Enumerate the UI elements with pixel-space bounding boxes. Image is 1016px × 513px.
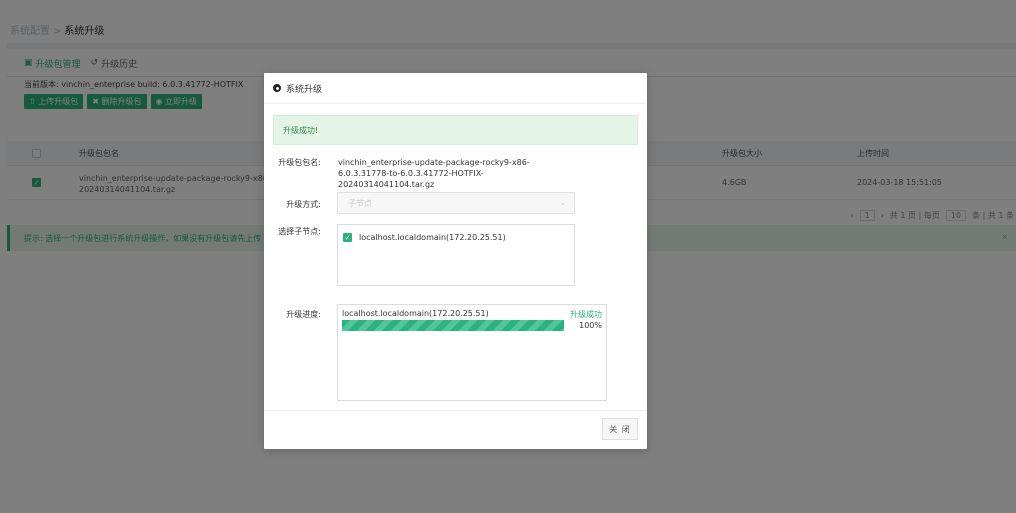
node-label: localhost.localdomain(172.20.25.51) xyxy=(359,233,506,242)
progress-host: localhost.localdomain(172.20.25.51) xyxy=(342,309,489,318)
dialog-title: 系统升级 xyxy=(286,84,323,95)
select-nodes-label: 选择子节点: xyxy=(278,227,321,236)
node-option[interactable]: ✓ localhost.localdomain(172.20.25.51) xyxy=(343,233,506,242)
progress-label: 升级进度: xyxy=(286,310,321,319)
progress-status: 升级成功 xyxy=(570,310,602,319)
close-button[interactable]: 关 闭 xyxy=(602,418,638,440)
upgrade-icon xyxy=(273,84,281,92)
chevron-down-icon: ⌄ xyxy=(559,198,566,207)
upgrade-mode-select[interactable]: 子节点 ⌄ xyxy=(337,192,575,214)
progress-bar xyxy=(342,320,564,331)
success-alert: 升级成功! xyxy=(273,115,638,145)
dialog-footer-divider xyxy=(264,410,647,411)
upgrade-mode-label: 升级方式: xyxy=(286,200,321,209)
progress-bar-fill xyxy=(342,320,564,331)
upgrade-mode-value: 子节点 xyxy=(348,198,372,208)
package-name-label: 升级包包名: xyxy=(278,158,321,167)
node-checkbox[interactable]: ✓ xyxy=(343,233,352,242)
progress-percent: 100% xyxy=(579,321,602,330)
success-message: 升级成功! xyxy=(283,125,319,135)
system-upgrade-dialog: 系统升级 升级成功! 升级包包名: vinchin_enterprise-upd… xyxy=(264,73,647,449)
package-name-value: vinchin_enterprise-update-package-rocky9… xyxy=(338,158,530,189)
node-list: ✓ localhost.localdomain(172.20.25.51) xyxy=(337,224,575,286)
progress-panel: localhost.localdomain(172.20.25.51) 升级成功… xyxy=(337,304,607,401)
dialog-header: 系统升级 xyxy=(264,73,647,104)
